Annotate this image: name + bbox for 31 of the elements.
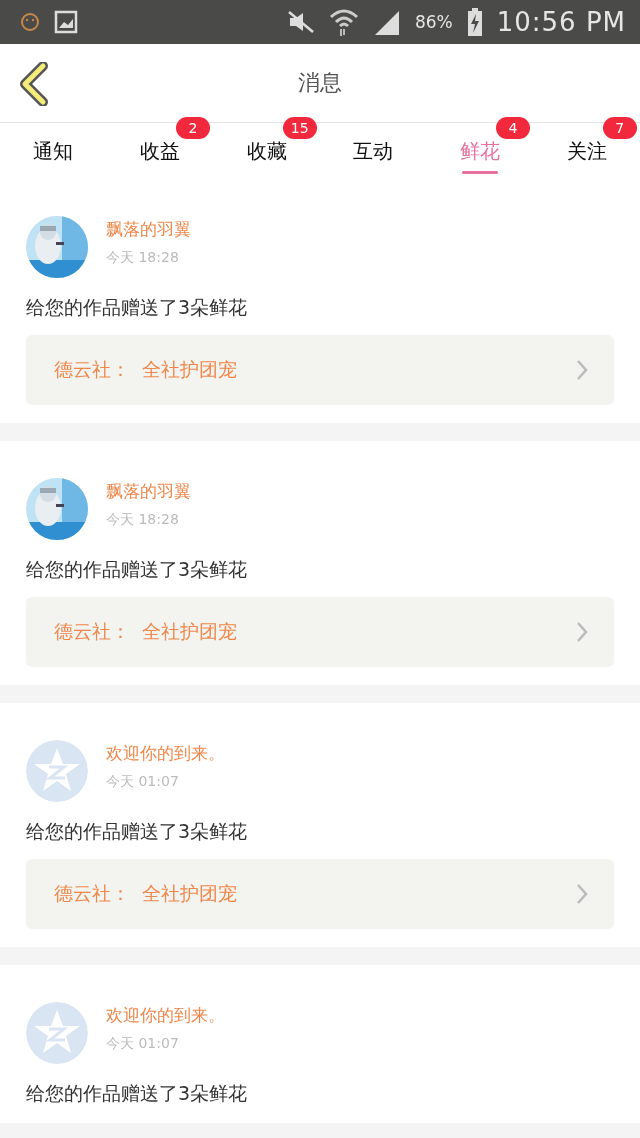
clock: 10:56 PM — [496, 7, 626, 37]
sender-name: 飘落的羽翼 — [106, 480, 191, 503]
message-text: 给您的作品赠送了3朵鲜花 — [26, 296, 249, 319]
page-title: 消息 — [297, 69, 343, 97]
image-icon — [54, 10, 78, 34]
battery-charging-icon — [466, 8, 483, 36]
count-badge: 15 — [282, 117, 317, 139]
message-text: 给您的作品赠送了3朵鲜花 — [26, 558, 249, 581]
chevron-right-icon — [576, 621, 588, 643]
face-icon — [20, 12, 40, 32]
sender-name: 欢迎你的到来。 — [106, 742, 225, 765]
battery-percent: 86% — [414, 12, 453, 32]
default-avatar-icon — [26, 1002, 88, 1064]
tab[interactable]: 互动 — [353, 128, 394, 174]
message-time: 今天 01:07 — [106, 773, 180, 791]
count-badge: 2 — [176, 117, 210, 139]
message-text: 给您的作品赠送了3朵鲜花 — [26, 1082, 249, 1105]
message-time: 今天 01:07 — [106, 1035, 180, 1053]
count-badge: 4 — [496, 117, 530, 139]
chevron-right-icon — [576, 883, 588, 905]
mute-icon — [286, 10, 315, 34]
sender-name: 欢迎你的到来。 — [106, 1004, 225, 1027]
sender-name: 飘落的羽翼 — [106, 218, 191, 241]
wifi-icon — [328, 7, 359, 37]
tab[interactable]: 通知 — [33, 128, 74, 174]
chevron-right-icon — [576, 359, 588, 381]
message-text: 给您的作品赠送了3朵鲜花 — [26, 820, 249, 843]
count-badge: 7 — [602, 117, 637, 139]
default-avatar-icon — [26, 740, 88, 802]
message-time: 今天 18:28 — [106, 511, 180, 529]
message-time: 今天 18:28 — [106, 249, 180, 267]
